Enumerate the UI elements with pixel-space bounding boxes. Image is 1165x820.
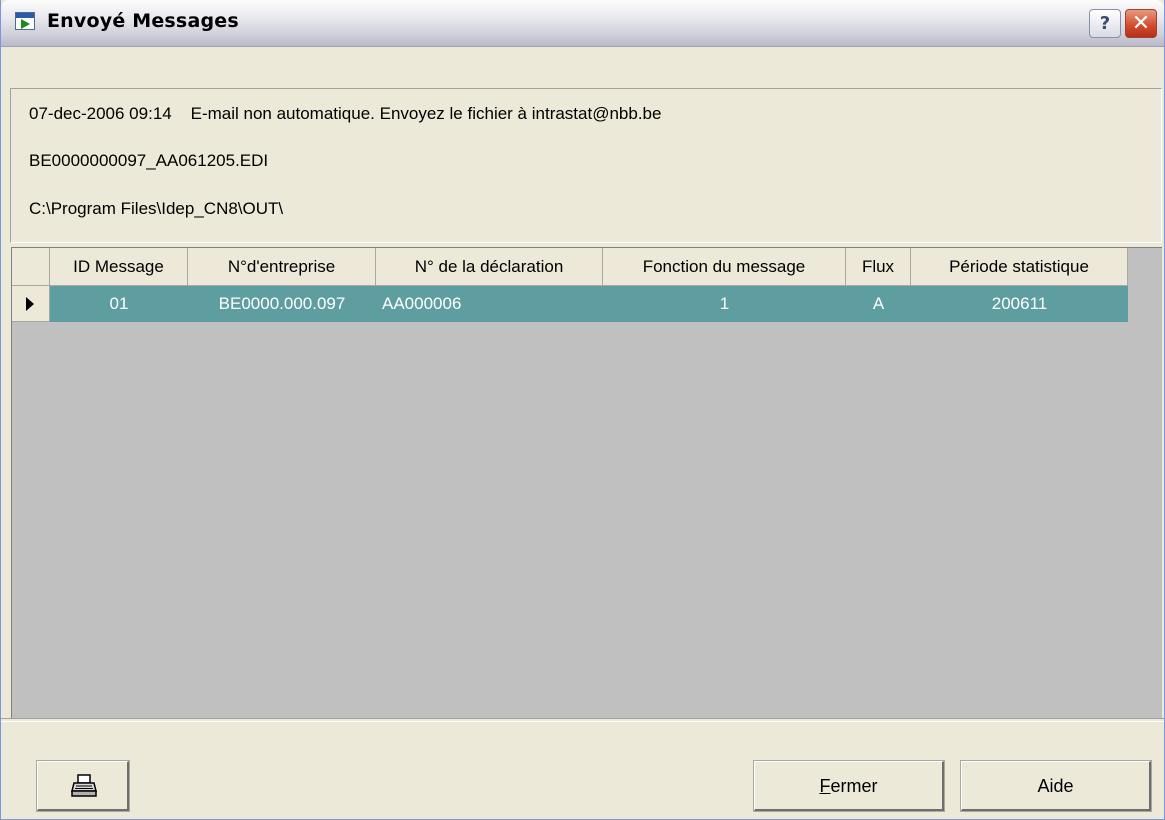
column-header-id-message[interactable]: ID Message [50,248,188,286]
grid-header: ID Message N°d'entreprise N° de la décla… [12,248,1128,286]
close-button[interactable]: ✕ [1125,9,1157,38]
printer-icon [71,774,97,797]
cell-declaration[interactable]: AA000006 [376,286,603,322]
table-row[interactable]: 01 BE0000.000.097 AA000006 1 A 200611 [12,286,1128,322]
file-name-text: BE0000000097_AA061205.EDI [29,151,269,170]
title-bar[interactable]: Envoyé Messages ? ✕ [1,0,1164,47]
envoye-messages-dialog: Envoyé Messages ? ✕ 07-dec-2006 09:14 E-… [0,0,1165,820]
row-indicator-header [12,248,50,286]
window-title: Envoyé Messages [47,10,239,32]
column-header-flux[interactable]: Flux [846,248,911,286]
fermer-button[interactable]: Fermer [753,760,945,812]
cell-periode[interactable]: 200611 [911,286,1128,322]
cell-flux[interactable]: A [846,286,911,322]
column-header-periode[interactable]: Période statistique [911,248,1128,286]
cell-id-message[interactable]: 01 [50,286,188,322]
output-path-text: C:\Program Files\Idep_CN8\OUT\ [29,199,284,218]
fermer-label: ermer [830,776,878,796]
help-button[interactable]: ? [1089,9,1121,38]
row-indicator [12,286,50,322]
message-info-panel: 07-dec-2006 09:14 E-mail non automatique… [10,88,1162,243]
cell-entreprise[interactable]: BE0000.000.097 [188,286,376,322]
send-status-text: 07-dec-2006 09:14 E-mail non automatique… [29,104,662,123]
fermer-mnemonic: F [819,776,831,796]
bottom-separator [1,718,1164,722]
column-header-declaration[interactable]: N° de la déclaration [376,248,603,286]
messages-grid[interactable]: ID Message N°d'entreprise N° de la décla… [11,247,1162,719]
column-header-entreprise[interactable]: N°d'entreprise [188,248,376,286]
aide-button[interactable]: Aide [960,760,1152,812]
current-row-arrow-icon [26,297,34,311]
cell-fonction[interactable]: 1 [603,286,846,322]
app-icon [15,12,35,30]
column-header-fonction[interactable]: Fonction du message [603,248,846,286]
print-button[interactable] [36,760,130,812]
